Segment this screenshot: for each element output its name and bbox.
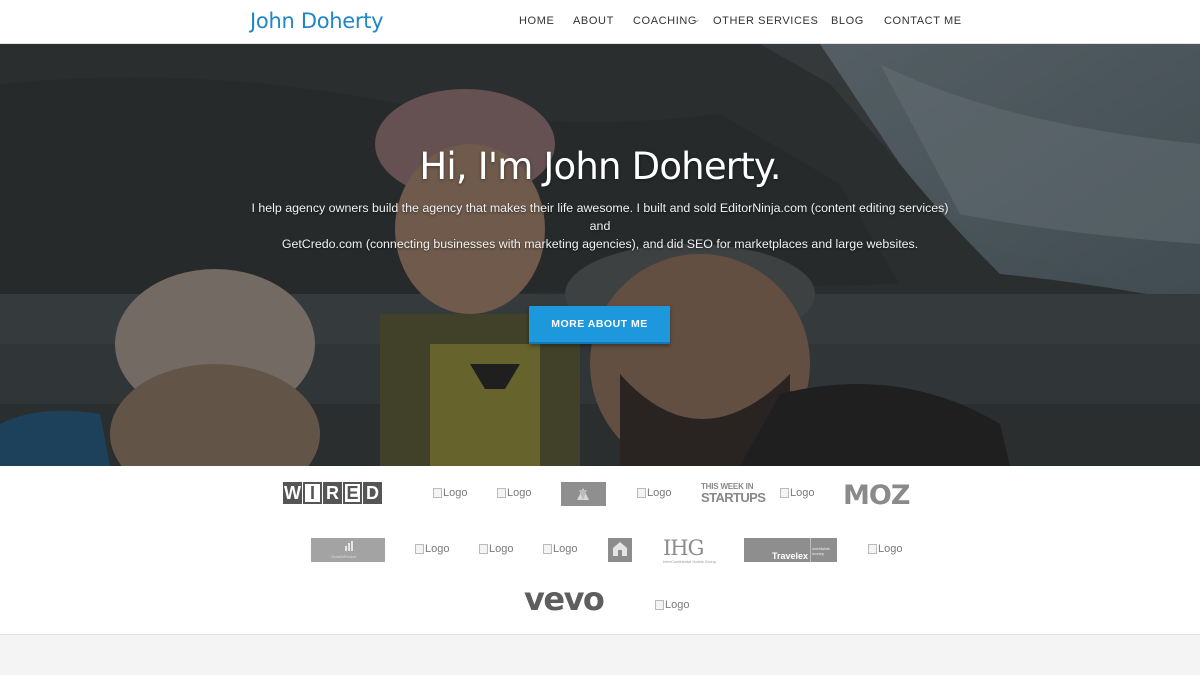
wired-letter: D <box>363 482 382 504</box>
nav-coaching[interactable]: COACHING <box>633 15 697 27</box>
broken-image-icon <box>780 488 789 498</box>
travelex-sub: worldwide money <box>812 546 830 556</box>
broken-image-icon <box>655 600 664 610</box>
next-section-band <box>0 635 1200 675</box>
nav-contact-me[interactable]: CONTACT ME <box>884 15 962 27</box>
hero-section: Hi, I'm John Doherty. I help agency owne… <box>0 44 1200 466</box>
broken-image-icon <box>637 488 646 498</box>
travelex-text: Travelex <box>772 551 809 561</box>
broken-logo-image: Logo <box>479 543 513 555</box>
wired-letter: I <box>303 482 322 504</box>
broken-image-icon <box>415 544 424 554</box>
hero-title: Hi, I'm John Doherty. <box>419 145 781 188</box>
broken-logo-image: Logo <box>868 543 902 555</box>
growthrocket-text: GrowthRocket <box>331 554 357 559</box>
moz-logo: MOZ <box>843 480 910 511</box>
broken-logo-image: Logo <box>497 487 531 499</box>
hero-subtitle: I help agency owners build the agency th… <box>250 199 950 253</box>
broken-logo-image: Logo <box>780 487 814 499</box>
vevo-logo: vevo <box>524 580 605 618</box>
broken-logo-alt-text: Logo <box>507 487 532 499</box>
broken-logo-image: Logo <box>415 543 449 555</box>
growthrocket-logo: GrowthRocket <box>311 538 385 562</box>
broken-logo-alt-text: Logo <box>443 487 468 499</box>
ihg-logo: IHG <box>663 536 704 560</box>
more-about-me-button[interactable]: MORE ABOUT ME <box>529 306 670 344</box>
site-header: John Doherty HOME ABOUT COACHING ⌄ OTHER… <box>0 0 1200 44</box>
broken-logo-alt-text: Logo <box>553 543 578 555</box>
broken-logo-image: Logo <box>433 487 467 499</box>
family-photo-image <box>0 44 1200 466</box>
wired-logo: W I R E D <box>283 482 382 504</box>
peacock-icon <box>577 488 589 500</box>
broken-logo-alt-text: Logo <box>489 543 514 555</box>
broken-logo-image: Logo <box>655 599 689 611</box>
broken-image-icon <box>497 488 506 498</box>
broken-image-icon <box>433 488 442 498</box>
wired-letter: R <box>323 482 342 504</box>
site-logo-link[interactable]: John Doherty <box>250 9 384 33</box>
broken-image-icon <box>868 544 877 554</box>
broken-logo-image: Logo <box>543 543 577 555</box>
chevron-down-icon: ⌄ <box>811 14 819 24</box>
nav-other-services[interactable]: OTHER SERVICES <box>713 15 818 27</box>
house-logo <box>608 538 632 562</box>
nav-blog[interactable]: BLOG <box>831 15 864 27</box>
wired-letter: E <box>343 482 362 504</box>
nbc-logo <box>561 482 606 506</box>
twis-line2: STARTUPS <box>701 490 766 505</box>
hero-subtitle-line-1: I help agency owners build the agency th… <box>251 201 949 233</box>
wired-letter: W <box>283 482 302 504</box>
broken-logo-alt-text: Logo <box>878 543 903 555</box>
press-logos-section: W I R E D Logo Logo Logo THIS WEEK IN ST… <box>0 466 1200 635</box>
broken-image-icon <box>543 544 552 554</box>
chevron-down-icon: ⌄ <box>693 14 701 24</box>
ihg-subtext: InterContinental Hotels Group <box>663 559 716 564</box>
nav-about[interactable]: ABOUT <box>573 15 614 27</box>
nav-home[interactable]: HOME <box>519 15 554 27</box>
broken-logo-alt-text: Logo <box>665 599 690 611</box>
broken-logo-image: Logo <box>637 487 671 499</box>
house-icon <box>613 542 627 556</box>
broken-logo-alt-text: Logo <box>790 487 815 499</box>
hero-subtitle-line-2: GetCredo.com (connecting businesses with… <box>281 237 919 251</box>
this-week-in-startups-logo: THIS WEEK IN STARTUPS <box>701 482 766 505</box>
broken-logo-alt-text: Logo <box>425 543 450 555</box>
broken-image-icon <box>479 544 488 554</box>
broken-logo-alt-text: Logo <box>647 487 672 499</box>
